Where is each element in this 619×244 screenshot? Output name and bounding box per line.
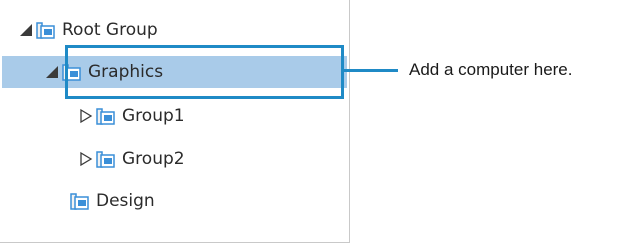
tree-item-root-group[interactable]: Root Group (18, 14, 158, 46)
tree-item-group2[interactable]: Group2 (78, 143, 185, 175)
tree-item-label: Graphics (88, 62, 164, 82)
callout-connector (344, 69, 398, 72)
tree-item-label: Group2 (122, 149, 185, 169)
collapsed-toggle-icon[interactable] (78, 108, 94, 124)
expanded-toggle-icon[interactable] (44, 64, 60, 80)
tree-item-label: Group1 (122, 106, 185, 126)
callout-label: Add a computer here. (409, 60, 573, 79)
group-folder-icon (96, 106, 116, 126)
group-folder-icon (70, 191, 90, 211)
group-folder-icon (62, 62, 82, 82)
collapsed-toggle-icon[interactable] (78, 151, 94, 167)
tree-item-group1[interactable]: Group1 (78, 100, 185, 132)
group-folder-icon (36, 20, 56, 40)
group-folder-icon (96, 149, 116, 169)
tree-item-label: Root Group (62, 20, 158, 40)
tree-item-label: Design (96, 191, 155, 211)
tree-item-design[interactable]: Design (70, 185, 155, 217)
group-tree: Root Group Graphics Group1 Group2 Design (0, 0, 350, 243)
expanded-toggle-icon[interactable] (18, 22, 34, 38)
tree-item-graphics[interactable]: Graphics (2, 56, 347, 88)
